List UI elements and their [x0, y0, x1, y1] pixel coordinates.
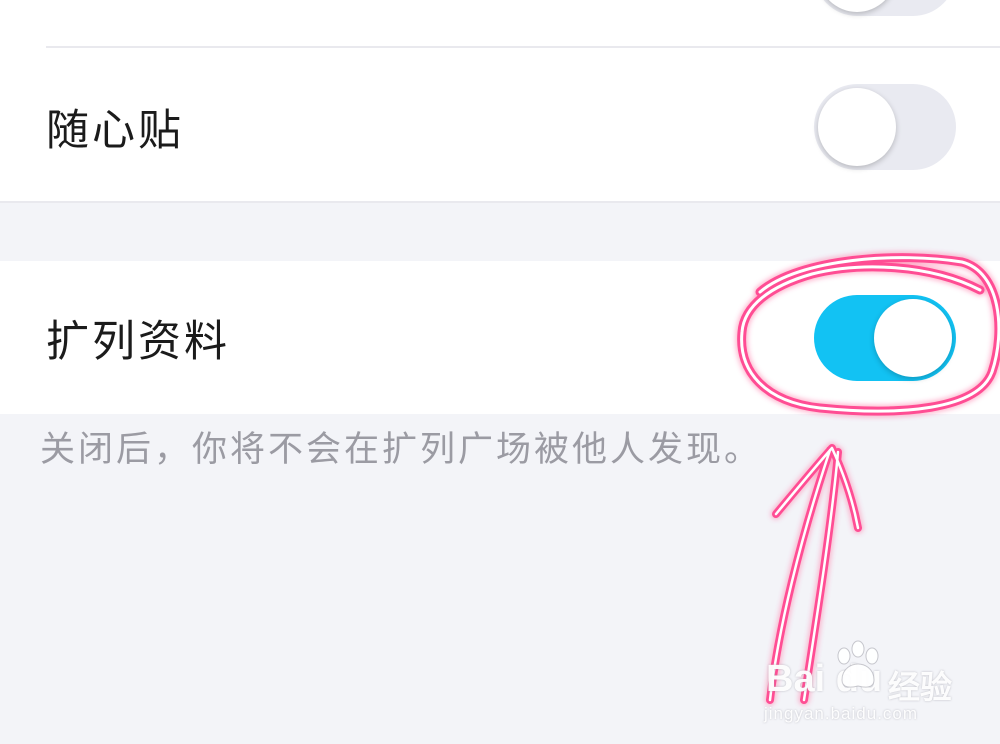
- profile-expansion-label: 扩列资料: [46, 317, 230, 367]
- partial-toggle[interactable]: [814, 0, 956, 16]
- paw-icon: [837, 640, 879, 688]
- watermark-cn: 经验: [888, 668, 953, 706]
- settings-card-profile: 扩列资料: [0, 261, 1000, 414]
- sticker-toggle[interactable]: [814, 84, 956, 170]
- toggle-knob: [818, 88, 896, 166]
- profile-expansion-hint: 关闭后，你将不会在扩列广场被他人发现。: [40, 430, 763, 470]
- baidu-watermark: Bai du 经验 jingyan.baidu.com: [760, 632, 980, 732]
- toggle-knob: [818, 0, 896, 12]
- settings-card-top: 随心贴: [0, 0, 1000, 203]
- watermark-url: jingyan.baidu.com: [764, 704, 919, 723]
- sticker-label: 随心贴: [46, 106, 184, 156]
- row-divider: [0, 201, 1000, 203]
- row-divider: [46, 46, 1000, 48]
- toggle-knob: [874, 299, 952, 377]
- profile-expansion-toggle[interactable]: [814, 295, 956, 381]
